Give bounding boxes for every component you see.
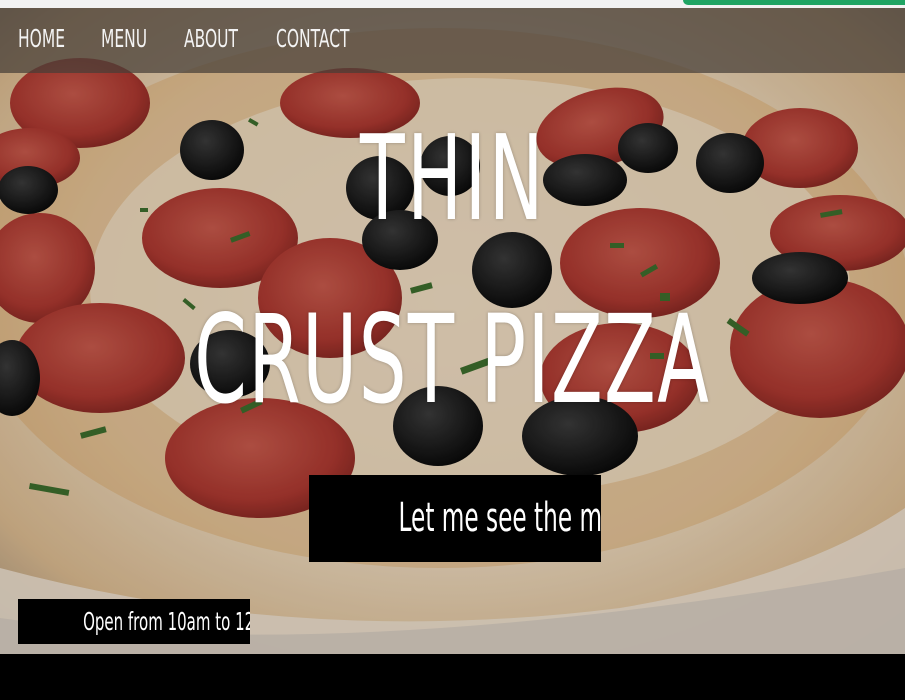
nav-home-link[interactable]: Home [18, 24, 65, 53]
navbar: Home Menu About Contact [0, 8, 905, 73]
hero-title-line1-text: THIN [359, 109, 546, 247]
nav-menu-link[interactable]: Menu [101, 24, 147, 53]
hero-title-line1: THIN [0, 118, 905, 238]
opening-hours-badge: Open from 10am to 12pm [18, 599, 250, 644]
hero-title-line2: CRUST PIZZA [0, 298, 905, 422]
nav-contact-link[interactable]: Contact [276, 24, 350, 53]
nav-about-link[interactable]: About [184, 24, 238, 53]
see-menu-button[interactable]: Let me see the menu [309, 475, 601, 562]
hero-title-line2-text: CRUST PIZZA [194, 289, 711, 431]
opening-hours-text: Open from 10am to 12pm [83, 607, 250, 636]
top-accent-bar [683, 0, 905, 5]
footer-band [0, 654, 905, 700]
see-menu-button-label: Let me see the menu [398, 495, 601, 541]
